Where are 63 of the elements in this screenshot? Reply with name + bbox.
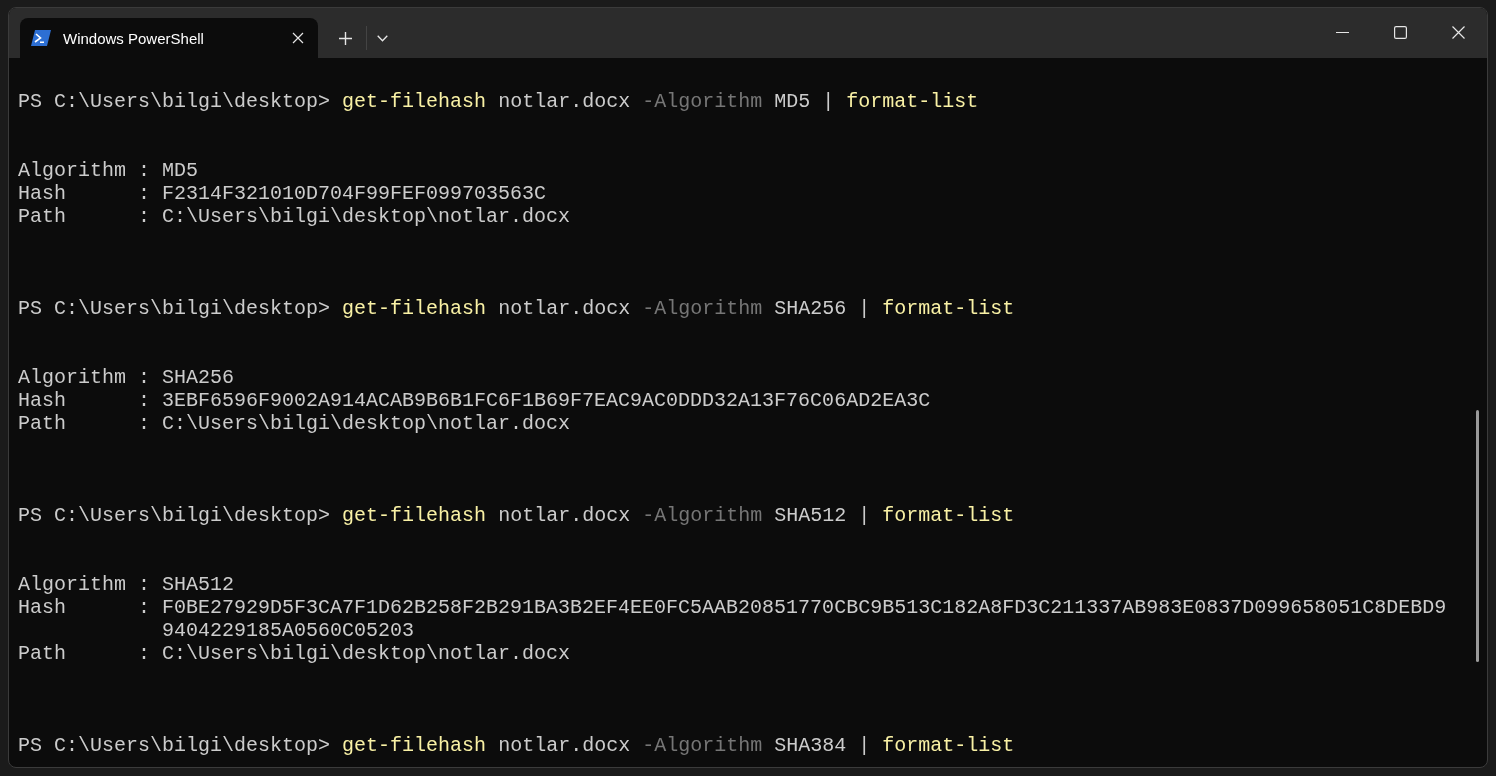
prompt-text: PS C:\Users\bilgi\desktop>	[18, 504, 331, 527]
argument-text: notlar.docx	[498, 504, 631, 527]
argument-text: SHA256	[774, 297, 847, 320]
parameter-name: -Algorithm	[642, 90, 763, 113]
property-separator: :	[138, 159, 151, 182]
property-name: Algorithm	[18, 159, 127, 182]
argument-text: notlar.docx	[498, 734, 631, 757]
cmdlet-name: get-filehash	[342, 90, 487, 113]
argument-text: notlar.docx	[498, 90, 631, 113]
cmdlet-name: format-list	[882, 297, 1015, 320]
property-name: Path	[18, 642, 66, 665]
property-value: F0BE27929D5F3CA7F1D62B258F2B291BA3B2EF4EE0FC5AAB20851770CBC9B513C182A8FD3C211337AB983E0837D099658051C8DEBD99404229185A0560C05203	[162, 596, 1447, 642]
argument-text: SHA512	[774, 504, 847, 527]
cmdlet-name: get-filehash	[342, 297, 487, 320]
property-name: Path	[18, 412, 66, 435]
pipe-operator: |	[858, 504, 871, 527]
property-value: C:\Users\bilgi\desktop\notlar.docx	[162, 205, 571, 228]
property-value: SHA256	[162, 366, 235, 389]
property-name: Hash	[18, 389, 66, 412]
property-separator: :	[138, 642, 151, 665]
close-icon[interactable]	[1451, 26, 1465, 39]
property-value: SHA512	[162, 573, 235, 596]
property-value: MD5	[162, 159, 199, 182]
close-icon[interactable]	[292, 32, 304, 44]
pipe-operator: |	[858, 297, 871, 320]
parameter-name: -Algorithm	[642, 734, 763, 757]
cmdlet-name: get-filehash	[342, 734, 487, 757]
property-separator: :	[138, 596, 151, 621]
argument-text: notlar.docx	[498, 297, 631, 320]
property-name: Path	[18, 205, 66, 228]
property-separator: :	[138, 412, 151, 435]
terminal-icon	[31, 30, 51, 46]
plus-icon[interactable]	[339, 31, 352, 45]
property-separator: :	[138, 182, 151, 205]
cmdlet-name: format-list	[882, 504, 1015, 527]
parameter-name: -Algorithm	[642, 504, 763, 527]
property-separator: :	[138, 389, 151, 412]
pipe-operator: |	[858, 734, 871, 757]
argument-text: MD5	[774, 90, 811, 113]
property-name: Algorithm	[18, 366, 127, 389]
pipe-operator: |	[822, 90, 835, 113]
property-name: Hash	[18, 596, 66, 621]
property-value: C:\Users\bilgi\desktop\notlar.docx	[162, 642, 571, 665]
chevron-down-icon[interactable]	[377, 34, 388, 42]
property-separator: :	[138, 205, 151, 228]
parameter-name: -Algorithm	[642, 297, 763, 320]
prompt-text: PS C:\Users\bilgi\desktop>	[18, 734, 331, 757]
property-value: F2314F321010D704F99FEF099703563C	[162, 182, 547, 205]
tab[interactable]: Windows PowerShell	[20, 18, 318, 58]
cmdlet-name: get-filehash	[342, 504, 487, 527]
scrollbar-thumb[interactable]	[1476, 410, 1479, 662]
cmdlet-name: format-list	[882, 734, 1015, 757]
cmdlet-name: format-list	[846, 90, 979, 113]
property-value: C:\Users\bilgi\desktop\notlar.docx	[162, 412, 571, 435]
maximize-icon[interactable]	[1393, 26, 1407, 39]
prompt-text: PS C:\Users\bilgi\desktop>	[18, 90, 331, 113]
property-value: 3EBF6596F9002A914ACAB9B6B1FC6F1B69F7EAC9AC0DDD32A13F76C06AD2EA3C	[162, 389, 931, 412]
prompt-text: PS C:\Users\bilgi\desktop>	[18, 297, 331, 320]
property-separator: :	[138, 573, 151, 596]
property-name: Algorithm	[18, 573, 127, 596]
argument-text: SHA384	[774, 734, 847, 757]
property-name: Hash	[18, 182, 66, 205]
property-separator: :	[138, 366, 151, 389]
